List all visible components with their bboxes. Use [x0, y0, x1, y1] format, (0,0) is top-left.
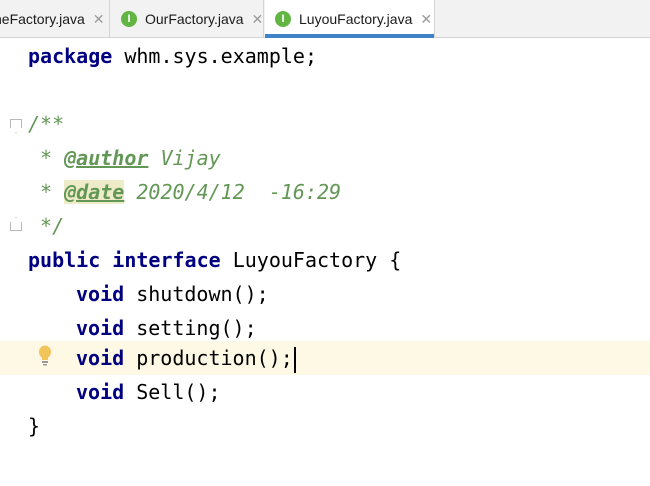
tab-ourfactory[interactable]: I OurFactory.java ✕ [111, 0, 264, 38]
tab-onefactory[interactable]: neFactory.java ✕ [0, 0, 110, 38]
interface-icon: I [121, 11, 137, 27]
tab-luyoufactory[interactable]: I LuyouFactory.java ✕ [265, 0, 435, 38]
close-icon[interactable]: ✕ [93, 12, 105, 26]
code-editor[interactable]: package whm.sys.example; /** * @author V… [0, 39, 650, 486]
code-line-package: package whm.sys.example; [28, 44, 317, 68]
tab-label: LuyouFactory.java [299, 11, 413, 27]
code-line-javadoc-close: */ [28, 214, 65, 238]
code-line-method: void Sell(); [76, 380, 221, 404]
close-icon[interactable]: ✕ [252, 12, 263, 26]
code-line-interface-decl: public interface LuyouFactory { [28, 248, 402, 272]
editor-tab-bar: neFactory.java ✕ I OurFactory.java ✕ I L… [0, 0, 650, 38]
code-line-method: void setting(); [76, 316, 257, 340]
editor-gutter [0, 39, 18, 486]
close-icon[interactable]: ✕ [420, 12, 432, 26]
tab-label: OurFactory.java [145, 11, 244, 27]
lightbulb-icon[interactable] [38, 345, 52, 367]
code-line-method: void shutdown(); [76, 282, 269, 306]
text-cursor [293, 346, 296, 373]
code-line-method-current: void production(); [76, 341, 296, 375]
interface-icon: I [275, 11, 291, 27]
tab-label: neFactory.java [0, 11, 85, 27]
code-line-author: * @author Vijay [28, 146, 221, 170]
code-line-javadoc-open: /** [28, 112, 65, 136]
code-line-date: * @date 2020/4/12 -16:29 [28, 180, 342, 204]
code-line-closing-brace: } [28, 414, 41, 438]
